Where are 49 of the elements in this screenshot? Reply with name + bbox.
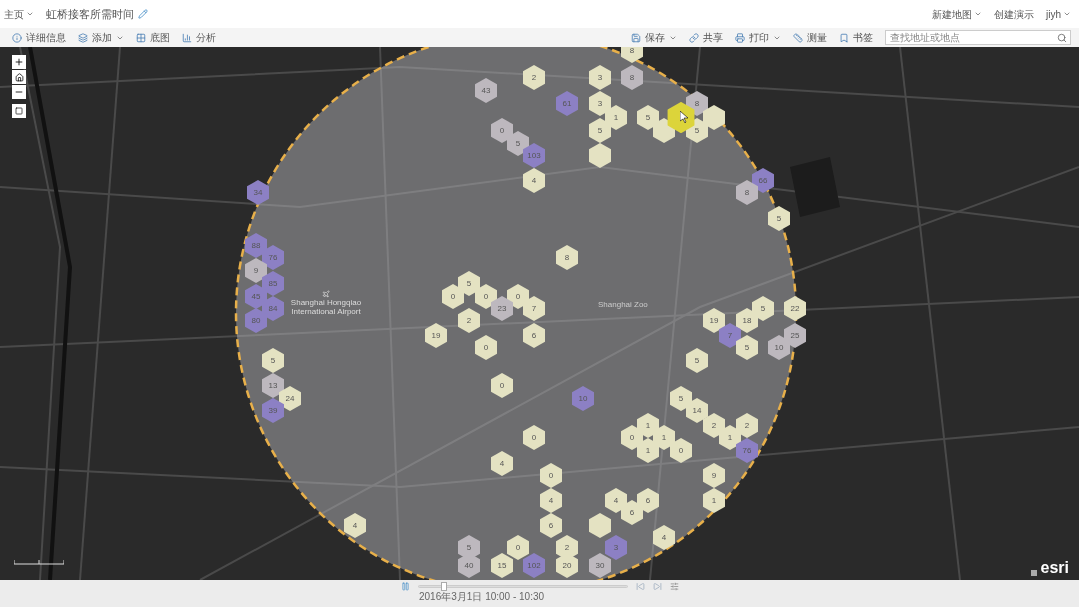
- time-range-label: 2016年3月1日 10:00 - 10:30: [419, 591, 545, 603]
- square-icon: [15, 107, 23, 115]
- airport-icon: [322, 290, 330, 298]
- map-title: 虹桥接客所需时间: [46, 6, 134, 22]
- caret-icon: [26, 10, 34, 18]
- caret-icon: [974, 10, 982, 18]
- toolbar-icon: [78, 32, 88, 43]
- pause-button[interactable]: [400, 582, 410, 591]
- toolbar-button[interactable]: 底图: [132, 30, 174, 45]
- scale-bar: [14, 559, 64, 565]
- slider-thumb[interactable]: [441, 582, 448, 591]
- home-icon: [14, 72, 24, 82]
- toolbar-icon: [12, 32, 22, 43]
- toolbar-button[interactable]: 详细信息: [8, 30, 70, 45]
- toolbar-button[interactable]: 共享: [685, 30, 727, 45]
- toolbar-icon: [631, 32, 641, 43]
- header-menu-button[interactable]: jiyh: [1046, 6, 1071, 22]
- zoom-out-button[interactable]: [12, 85, 26, 99]
- map-drawing[interactable]: [0, 47, 1079, 580]
- toolbar-button[interactable]: 书签: [835, 30, 877, 45]
- map-label: Shanghai Zoo: [598, 299, 648, 311]
- locate-button[interactable]: [12, 104, 26, 118]
- esri-logo: esri: [1040, 560, 1069, 576]
- time-slider[interactable]: [417, 585, 628, 588]
- caret-icon: [1063, 10, 1071, 18]
- toolbar-icon: [689, 32, 699, 43]
- toolbar-icon: [793, 32, 803, 43]
- toolbar-button[interactable]: 添加: [74, 30, 128, 45]
- search-icon[interactable]: [1057, 32, 1067, 43]
- toolbar-button[interactable]: 打印: [731, 30, 785, 45]
- attribution-icon: [1030, 570, 1037, 576]
- breadcrumb-link[interactable]: 主页: [4, 6, 34, 22]
- toolbar-icon: [182, 32, 192, 43]
- map-label: Shanghai Hongqiao International Airport: [281, 290, 371, 316]
- toolbar-button[interactable]: 分析: [178, 30, 220, 45]
- edit-icon[interactable]: [138, 9, 148, 19]
- toolbar-button[interactable]: 测量: [789, 30, 831, 45]
- header-menu-button[interactable]: 创建演示: [994, 6, 1034, 22]
- search-field[interactable]: 查找地址或地点: [885, 30, 1071, 45]
- plus-icon: [14, 57, 24, 67]
- toolbar-icon: [136, 32, 146, 43]
- home-button[interactable]: [12, 70, 26, 84]
- zoom-in-button[interactable]: [12, 55, 26, 69]
- toolbar-icon: [735, 32, 745, 43]
- cursor-icon: [680, 111, 688, 123]
- header-menu-button[interactable]: 新建地图: [932, 6, 982, 22]
- settings-icon[interactable]: [669, 582, 679, 591]
- toolbar-button[interactable]: 保存: [627, 30, 681, 45]
- toolbar-icon: [839, 32, 849, 43]
